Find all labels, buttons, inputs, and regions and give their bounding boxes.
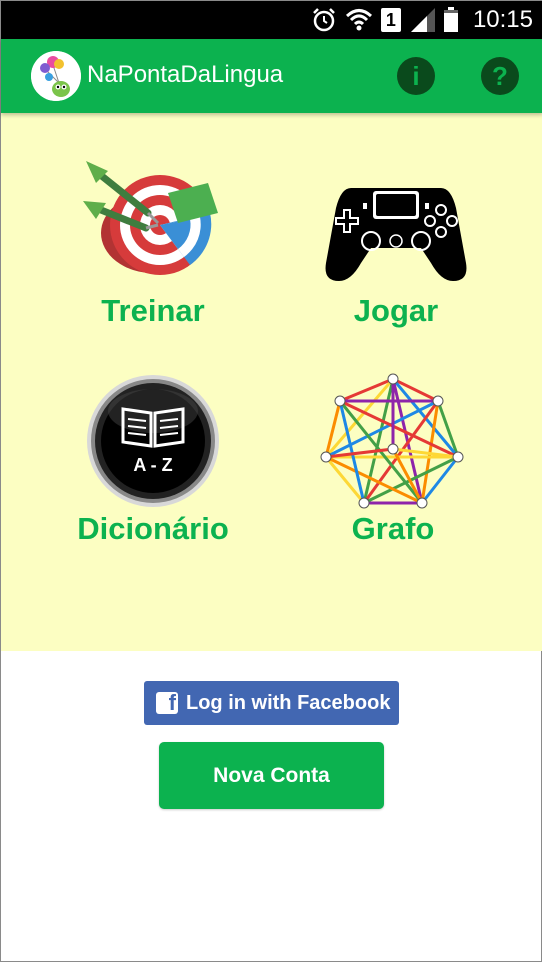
status-bar: 1 10:15 (1, 1, 542, 39)
dictionary-badge: A - Z (133, 455, 172, 475)
app-title: NaPontaDaLingua (87, 61, 284, 88)
menu-label-jogar: Jogar (353, 293, 439, 328)
status-icons: 1 10:15 (311, 1, 533, 39)
facebook-icon: f (156, 692, 178, 714)
facebook-login-button[interactable]: f Log in with Facebook (144, 681, 399, 725)
menu-label-grafo: Grafo (351, 511, 435, 546)
facebook-login-label: Log in with Facebook (186, 691, 391, 714)
battery-icon (443, 7, 459, 33)
new-account-label: Nova Conta (213, 763, 330, 787)
wifi-icon (345, 7, 373, 33)
clock: 10:15 (472, 6, 533, 33)
menu-item-dicionario[interactable]: A - Z Dicionário (33, 371, 273, 547)
new-account-button[interactable]: Nova Conta (159, 742, 384, 809)
info-icon: i (412, 60, 420, 91)
menu-label-dicionario: Dicionário (77, 511, 229, 546)
menu-item-grafo[interactable]: Grafo (273, 371, 513, 547)
help-button[interactable]: ? (481, 57, 519, 95)
target-icon (83, 161, 218, 275)
gamepad-icon (325, 188, 467, 281)
info-button[interactable]: i (397, 57, 435, 95)
sim-icon: 1 (380, 8, 401, 32)
dictionary-icon: A - Z (87, 375, 219, 507)
help-icon: ? (492, 60, 508, 91)
app-bar: NaPontaDaLingua i ? (1, 39, 542, 113)
graph-icon (320, 373, 464, 509)
menu-item-treinar[interactable]: Treinar (33, 153, 273, 329)
app-logo (31, 51, 81, 101)
signal-icon (409, 8, 435, 32)
menu-item-jogar[interactable]: Jogar (276, 153, 516, 329)
menu-label-treinar: Treinar (101, 293, 205, 328)
menu-grid: Treinar Jogar A - Z Dicionário Grafo (1, 113, 542, 651)
alarm-icon (311, 7, 337, 33)
